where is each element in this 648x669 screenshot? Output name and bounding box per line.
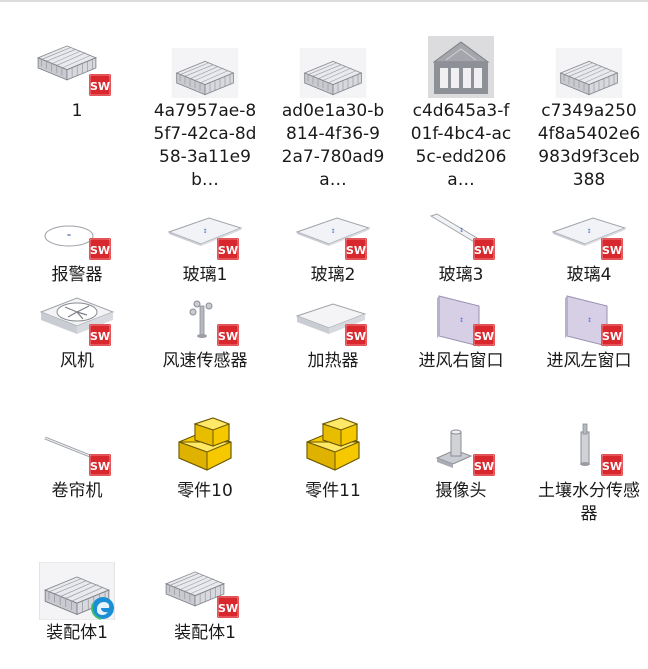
edge-browser-icon <box>91 596 115 620</box>
file-label: 零件10 <box>177 481 233 501</box>
file-label: 装配体1 <box>174 623 236 643</box>
wind-sensor-sw-icon <box>165 292 245 348</box>
file-item-20[interactable]: 土壤水分传感器 <box>525 414 648 526</box>
file-label: 进风左窗口 <box>546 351 632 371</box>
window-sw-icon: ↕ <box>549 292 629 348</box>
svg-text:↕: ↕ <box>587 317 592 324</box>
solidworks-badge-icon <box>89 324 111 346</box>
fan-sw-icon <box>37 292 117 348</box>
file-item-19[interactable]: 摄像头 <box>397 414 525 503</box>
file-label: 风速传感器 <box>162 351 248 371</box>
file-label: 装配体1 <box>46 623 108 643</box>
file-item-3[interactable]: ad0e1a30-b814-4f36-92a7-780ad9a… <box>269 34 397 192</box>
camera-sw-icon <box>421 414 501 478</box>
glass-sw-icon <box>165 206 245 262</box>
file-label: 玻璃3 <box>438 265 484 285</box>
file-label: 4a7957ae-85f7-42ca-8d58-3a11e9b… <box>153 101 257 190</box>
file-item-11[interactable]: 风机 <box>13 292 141 373</box>
svg-text:↕: ↕ <box>459 317 464 324</box>
file-item-12[interactable]: 风速传感器 <box>141 292 269 373</box>
file-item-18[interactable]: 零件11 <box>269 414 397 503</box>
greenhouse-thumbnail <box>293 34 373 98</box>
file-label: 玻璃4 <box>566 265 612 285</box>
file-label: 风机 <box>60 351 94 371</box>
file-label: 报警器 <box>51 265 103 285</box>
file-item-9[interactable]: ↕ 玻璃3 <box>397 206 525 287</box>
file-item-22[interactable]: 装配体1 <box>141 556 269 645</box>
file-item-1[interactable]: 1 <box>13 34 141 123</box>
file-label: ad0e1a30-b814-4f36-92a7-780ad9a… <box>281 101 385 190</box>
solidworks-badge-icon <box>89 74 111 96</box>
part-yellow-icon <box>293 414 373 478</box>
file-label: 土壤水分传感器 <box>538 481 640 524</box>
heater-sw-icon <box>293 292 373 348</box>
solidworks-badge-icon <box>601 238 623 260</box>
solidworks-badge-icon <box>89 454 111 476</box>
file-label: 卷帘机 <box>51 481 103 501</box>
file-item-2[interactable]: 4a7957ae-85f7-42ca-8d58-3a11e9b… <box>141 34 269 192</box>
file-item-21[interactable]: 装配体1 <box>13 556 141 645</box>
file-label: c7349a2504f8a5402e6983d9f3ceb388 <box>537 101 641 190</box>
file-item-10[interactable]: 玻璃4 <box>525 206 648 287</box>
solidworks-badge-icon <box>473 324 495 346</box>
glass-sw-icon <box>549 206 629 262</box>
file-label: c4d645a3-f01f-4bc4-ac5c-edd206a… <box>410 101 512 190</box>
solidworks-badge-icon <box>345 324 367 346</box>
file-label: 1 <box>71 101 83 121</box>
greenhouse-thumbnail <box>165 34 245 98</box>
file-label: 进风右窗口 <box>418 351 504 371</box>
alarm-sw-icon <box>37 206 117 262</box>
solidworks-badge-icon <box>345 238 367 260</box>
file-label: 摄像头 <box>435 481 487 501</box>
file-item-13[interactable]: 加热器 <box>269 292 397 373</box>
file-label: 零件11 <box>305 481 361 501</box>
file-item-16[interactable]: 卷帘机 <box>13 414 141 503</box>
solidworks-badge-icon <box>217 324 239 346</box>
solidworks-badge-icon <box>89 238 111 260</box>
solidworks-badge-icon <box>217 596 239 618</box>
soil-sensor-sw-icon <box>549 414 629 478</box>
file-item-7[interactable]: 玻璃1 <box>141 206 269 287</box>
file-label: 玻璃1 <box>182 265 228 285</box>
file-item-5[interactable]: c7349a2504f8a5402e6983d9f3ceb388 <box>525 34 648 192</box>
house-front-thumbnail <box>421 34 501 98</box>
glass-sw-icon <box>293 206 373 262</box>
greenhouse-sw-icon <box>165 556 245 620</box>
part-yellow-icon <box>165 414 245 478</box>
solidworks-badge-icon <box>473 238 495 260</box>
svg-text:↕: ↕ <box>459 227 464 234</box>
file-item-15[interactable]: ↕ 进风左窗口 <box>525 292 648 373</box>
solidworks-badge-icon <box>601 454 623 476</box>
greenhouse-thumbnail <box>549 34 629 98</box>
greenhouse-sw-icon <box>37 34 117 98</box>
file-label: 加热器 <box>307 351 359 371</box>
window-sw-icon: ↕ <box>421 292 501 348</box>
solidworks-badge-icon <box>601 324 623 346</box>
solidworks-badge-icon <box>217 238 239 260</box>
file-item-4[interactable]: c4d645a3-f01f-4bc4-ac5c-edd206a… <box>397 34 525 192</box>
top-divider <box>0 0 648 2</box>
solidworks-badge-icon <box>473 454 495 476</box>
glass-sw-icon: ↕ <box>421 206 501 262</box>
file-item-8[interactable]: 玻璃2 <box>269 206 397 287</box>
file-item-17[interactable]: 零件10 <box>141 414 269 503</box>
rod-sw-icon <box>37 414 117 478</box>
file-item-6[interactable]: 报警器 <box>13 206 141 287</box>
file-label: 玻璃2 <box>310 265 356 285</box>
greenhouse-edge-icon <box>37 556 117 620</box>
file-item-14[interactable]: ↕ 进风右窗口 <box>397 292 525 373</box>
